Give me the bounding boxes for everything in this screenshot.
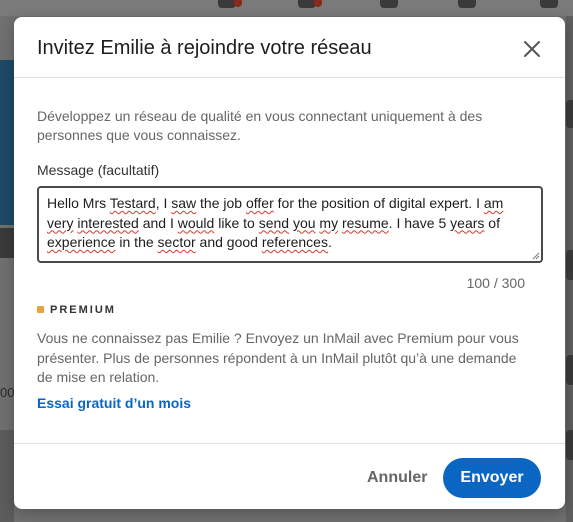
free-trial-link[interactable]: Essai gratuit d’un mois [37, 395, 191, 411]
misspelled-word: would [177, 214, 215, 231]
misspelled-word: Testard [109, 195, 156, 211]
premium-badge-icon [37, 306, 44, 313]
misspelled-word: you [292, 214, 316, 231]
background-card [0, 430, 14, 522]
background-avatar [566, 100, 573, 128]
send-button[interactable]: Envoyer [443, 458, 541, 498]
resize-handle-icon[interactable] [532, 252, 540, 260]
background-avatar [566, 355, 573, 385]
modal-header: Invitez Emilie à rejoindre votre réseau [14, 17, 565, 78]
misspelled-word: sector [157, 234, 196, 250]
cancel-button[interactable]: Annuler [354, 458, 440, 498]
background-card [0, 228, 14, 258]
misspelled-word: experience [47, 234, 116, 250]
background-text: 00 [0, 385, 14, 400]
misspelled-word: saw [171, 195, 197, 211]
misspelled-word: years [450, 214, 485, 231]
message-text: Hello Mrs Testard, I saw the job offer f… [47, 195, 504, 250]
misspelled-word: references [261, 234, 328, 250]
close-button[interactable] [520, 37, 544, 61]
top-nav-bar [0, 0, 573, 16]
nav-messaging-icon [458, 0, 476, 8]
nav-jobs-icon [380, 0, 398, 8]
misspelled-word: interested [77, 214, 139, 231]
message-label: Message (facultatif) [37, 162, 160, 178]
background-avatar [566, 430, 573, 460]
misspelled-word: resume [341, 214, 389, 231]
modal-footer: Annuler Envoyer [14, 443, 565, 510]
premium-description: Vous ne connaissez pas Emilie ? Envoyez … [37, 330, 519, 385]
close-icon [524, 41, 540, 57]
misspelled-word: my [319, 214, 339, 231]
intro-text: Développez un réseau de qualité en vous … [37, 108, 483, 143]
misspelled-word: offer [245, 195, 274, 211]
background-avatar [566, 250, 573, 280]
nav-notifications-icon [540, 0, 558, 8]
message-textarea[interactable]: Hello Mrs Testard, I saw the job offer f… [37, 186, 543, 263]
invite-modal: Invitez Emilie à rejoindre votre réseau … [14, 17, 565, 509]
modal-title: Invitez Emilie à rejoindre votre réseau [37, 37, 372, 59]
misspelled-word: very [47, 214, 74, 231]
misspelled-word: am [483, 195, 504, 211]
character-counter: 100 / 300 [466, 275, 525, 291]
background-banner [0, 60, 14, 225]
misspelled-word: send [258, 214, 290, 231]
premium-label: PREMIUM [50, 304, 116, 316]
